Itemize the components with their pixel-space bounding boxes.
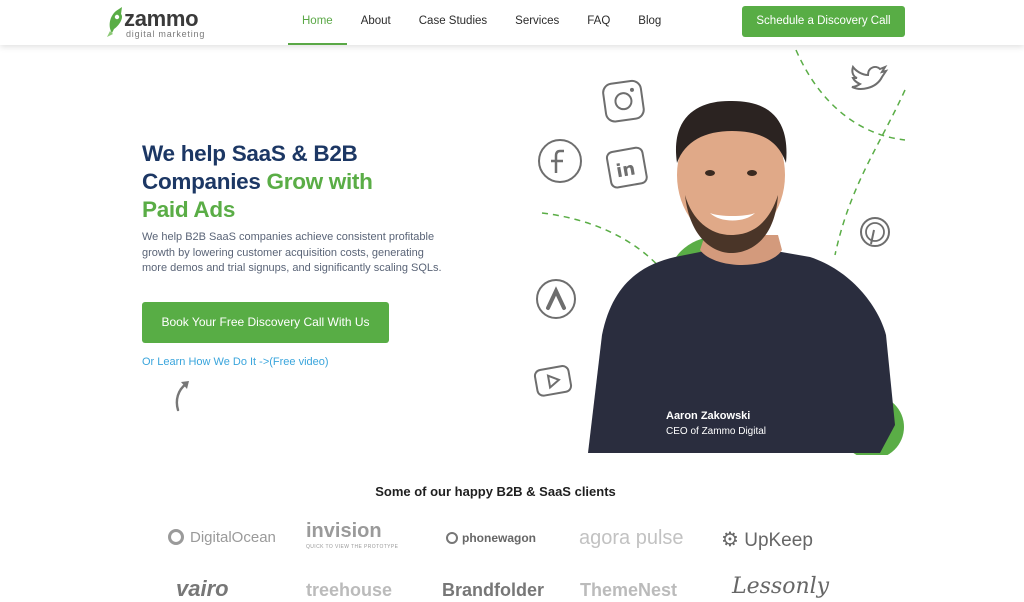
main-nav: Home About Case Studies Services FAQ Blo… <box>288 0 675 45</box>
nav-home[interactable]: Home <box>288 0 347 45</box>
client-logo-vairo: vairo <box>176 576 229 601</box>
nav-services[interactable]: Services <box>501 0 573 45</box>
nav-about[interactable]: About <box>347 0 405 45</box>
instagram-icon <box>602 79 645 123</box>
nav-blog[interactable]: Blog <box>624 0 675 45</box>
twitter-icon <box>851 64 889 90</box>
zammo-logo[interactable]: zammo digital marketing <box>106 5 206 41</box>
client-logo-agorapulse: agora pulse <box>579 527 684 549</box>
youtube-icon <box>533 365 573 397</box>
ceo-name: Aaron Zakowski <box>666 410 751 422</box>
svg-text:in: in <box>615 158 637 182</box>
client-logo-phonewagon: phonewagon <box>446 531 536 545</box>
nav-case-studies[interactable]: Case Studies <box>405 0 501 45</box>
hero-description: We help B2B SaaS companies achieve consi… <box>142 231 442 274</box>
gear-icon: ⚙ <box>721 529 739 551</box>
logo-wordmark: zammo <box>124 6 199 31</box>
book-discovery-call-button[interactable]: Book Your Free Discovery Call With Us <box>142 302 389 343</box>
curved-arrow-icon <box>175 381 189 412</box>
linkedin-icon: in <box>605 146 648 189</box>
schedule-call-button[interactable]: Schedule a Discovery Call <box>742 6 905 37</box>
nav-faq[interactable]: FAQ <box>573 0 624 45</box>
client-logo-brandfolder: Brandfolder <box>442 580 545 600</box>
client-logo-themenest: ThemeNest <box>580 580 678 600</box>
hero-illustration: in <box>533 49 906 455</box>
digitalocean-icon <box>168 529 184 545</box>
pinterest-icon <box>860 217 890 247</box>
ceo-role: CEO of Zammo Digital <box>666 426 767 437</box>
client-logo-digitalocean: DigitalOcean <box>168 529 276 546</box>
phonewagon-icon <box>446 532 458 544</box>
hero-heading-line3: Paid Ads <box>142 197 236 222</box>
facebook-icon <box>538 139 582 183</box>
hero-heading-line2: Companies Grow with <box>142 169 373 194</box>
clients-heading: Some of our happy B2B & SaaS clients <box>375 484 616 499</box>
google-ads-icon <box>536 279 576 319</box>
client-logo-invision: invision QUICK TO VIEW THE PROTOTYPE <box>306 520 399 550</box>
learn-how-video-link[interactable]: Or Learn How We Do It ->(Free video) <box>142 356 329 368</box>
site-header: zammo digital marketing Home About Case … <box>0 0 1024 45</box>
client-logo-lessonly: Lessonly <box>732 574 830 599</box>
hero-heading: We help SaaS & B2B Companies Grow with P… <box>142 140 442 224</box>
client-logo-upkeep: ⚙ UpKeep <box>721 529 813 551</box>
hero-heading-line1: We help SaaS & B2B <box>142 141 358 166</box>
client-logo-treehouse: treehouse <box>306 580 393 600</box>
logo-tagline: digital marketing <box>126 29 206 39</box>
